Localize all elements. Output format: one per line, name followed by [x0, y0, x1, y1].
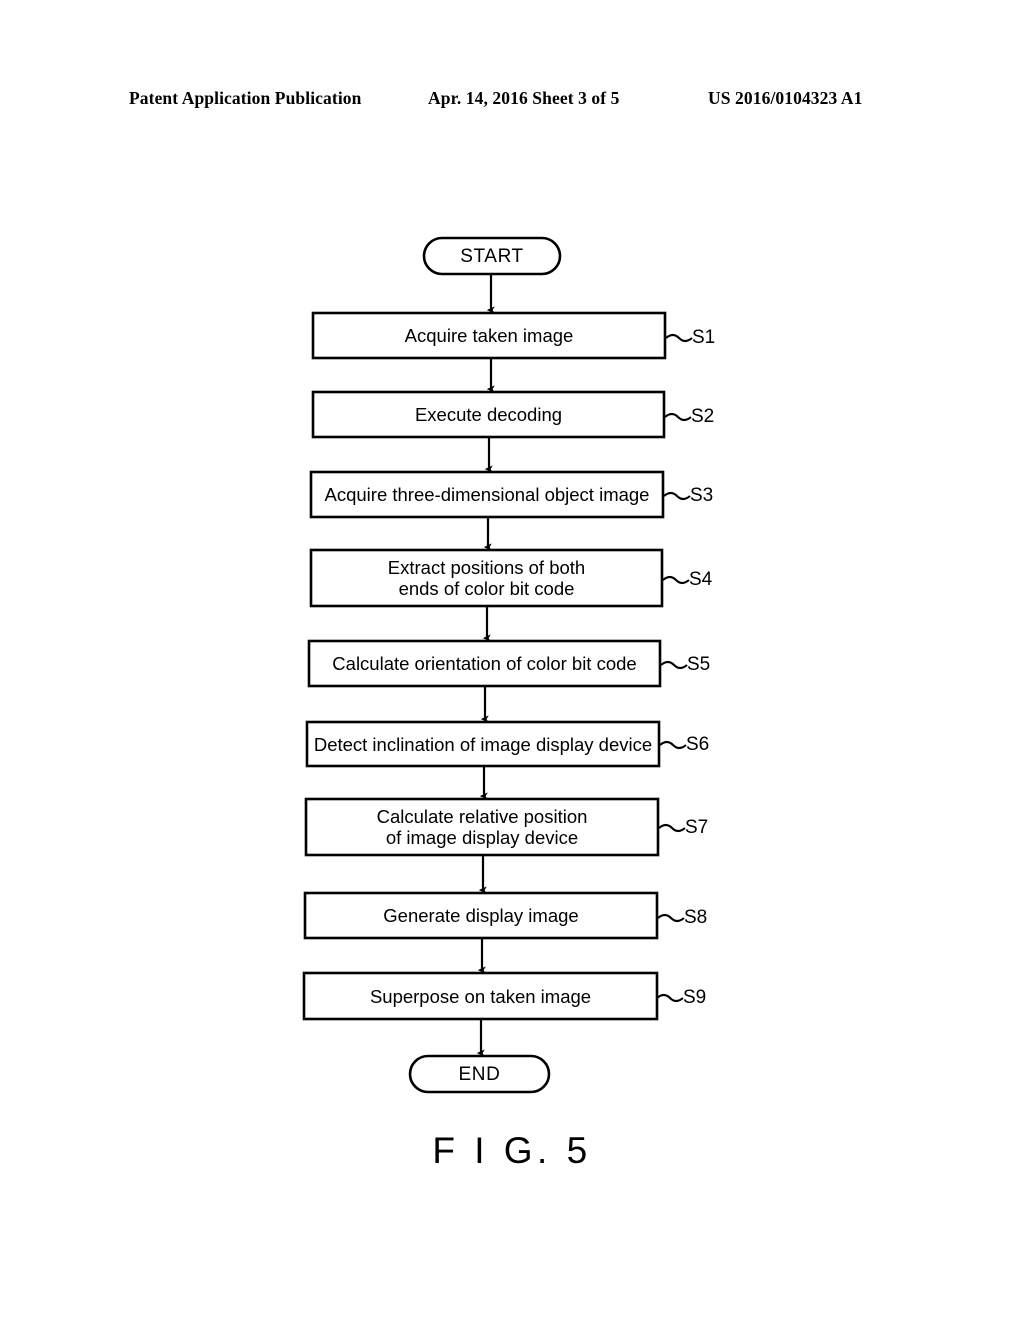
step-id-s6: S6: [686, 734, 710, 755]
step-box-s3: [309, 470, 665, 519]
flowchart-svg: [302, 236, 693, 1094]
step-box-s7: [304, 797, 660, 857]
leader-s5: [660, 660, 688, 670]
flowchart-diagram: START Acquire taken image Execute decodi…: [0, 0, 1024, 1320]
step-id-s4: S4: [689, 569, 713, 590]
step-box-s4: [309, 548, 664, 608]
step-box-s9: [302, 971, 659, 1021]
step-id-s9: S9: [683, 987, 707, 1008]
leader-s4: [662, 575, 690, 585]
step-box-s8: [303, 891, 659, 940]
step-box-s5: [307, 639, 662, 688]
step-id-s1: S1: [692, 327, 716, 348]
step-box-s1: [311, 311, 667, 360]
step-id-s8: S8: [684, 907, 708, 928]
end-terminal-shape: [408, 1054, 551, 1094]
leader-s8: [657, 913, 685, 923]
leader-s2: [664, 412, 692, 422]
leader-s1: [665, 333, 693, 343]
leader-s9: [656, 993, 684, 1003]
step-id-s7: S7: [685, 817, 709, 838]
start-terminal-shape: [422, 236, 562, 276]
leader-s3: [663, 491, 691, 501]
step-id-s5: S5: [687, 654, 711, 675]
step-box-s6: [305, 720, 661, 768]
step-id-s3: S3: [690, 485, 714, 506]
step-box-s2: [311, 390, 666, 439]
leader-s7: [658, 823, 686, 833]
leader-s6: [659, 740, 687, 750]
figure-caption: F I G. 5: [432, 1130, 592, 1171]
step-id-s2: S2: [691, 406, 715, 427]
